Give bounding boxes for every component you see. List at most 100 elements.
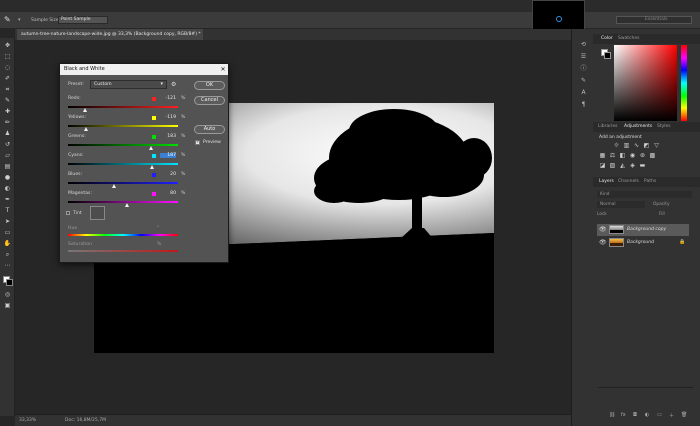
slider-value-input[interactable]: 80 [160, 191, 176, 196]
slider-handle[interactable] [111, 184, 116, 188]
eyedropper-icon[interactable]: ✎ [3, 97, 12, 105]
threshold-icon[interactable]: ◭ [619, 163, 626, 169]
delete-layer-icon[interactable]: 🗑 [681, 412, 687, 418]
posterize-icon[interactable]: ▨ [609, 163, 616, 169]
new-layer-icon[interactable]: ＋ [669, 412, 674, 419]
slider-handle[interactable] [124, 203, 129, 207]
visibility-eye-icon[interactable]: 👁 [599, 226, 607, 233]
layer-row[interactable]: 👁 Background copy [597, 224, 689, 236]
screen-mode-icon[interactable]: ▣ [3, 302, 12, 310]
zoom-tool-icon[interactable]: ⌕ [3, 251, 12, 259]
brush-panel-icon[interactable]: ✎ [579, 77, 588, 85]
slider-track[interactable] [68, 144, 178, 146]
pen-tool-icon[interactable]: ✒ [3, 196, 12, 204]
tab-channels[interactable]: Channels [618, 179, 639, 184]
info-panel-icon[interactable]: ⓘ [579, 65, 588, 73]
tint-checkbox[interactable] [66, 211, 70, 215]
character-panel-icon[interactable]: A [579, 89, 588, 97]
type-tool-icon[interactable]: T [3, 207, 12, 215]
paragraph-panel-icon[interactable]: ¶ [579, 101, 588, 109]
layer-row[interactable]: 👁 Background 🔒 [597, 237, 689, 249]
tab-adjustments[interactable]: Adjustments [624, 124, 652, 129]
auto-button[interactable]: Auto [194, 125, 225, 134]
channel-mixer-icon[interactable]: ⊛ [639, 153, 646, 159]
move-tool-icon[interactable]: ✥ [3, 42, 12, 50]
preset-options-gear-icon[interactable]: ⚙ [171, 81, 176, 88]
clone-stamp-icon[interactable]: ♟ [3, 130, 12, 138]
slider-track[interactable] [68, 163, 178, 165]
close-icon[interactable]: ✕ [218, 64, 228, 75]
hand-tool-icon[interactable]: ✋ [3, 240, 12, 248]
slider-value-input[interactable]: 183 [160, 134, 176, 139]
document-tab[interactable]: autumn-tree-nature-landscape-wide.jpg @ … [17, 29, 203, 40]
tab-libraries[interactable]: Libraries [598, 124, 617, 129]
levels-icon[interactable]: ▥ [623, 143, 630, 149]
layer-kind-filter[interactable]: Kind [597, 191, 692, 198]
more-tools-icon[interactable]: ⋯ [3, 262, 12, 270]
gradient-tool-icon[interactable]: ▤ [3, 163, 12, 171]
preset-select[interactable]: Custom ▾ [90, 80, 167, 89]
color-lookup-icon[interactable]: ▩ [649, 153, 656, 159]
hue-strip[interactable] [681, 45, 687, 121]
vibrance-icon[interactable]: ▽ [653, 143, 660, 149]
selective-color-icon[interactable]: ◈ [629, 163, 636, 169]
brightness-icon[interactable]: ☼ [613, 143, 620, 149]
blend-mode-select[interactable]: Normal [597, 201, 645, 208]
lasso-tool-icon[interactable]: ◌ [3, 64, 12, 72]
hue-slider[interactable] [68, 234, 178, 236]
slider-value-input[interactable]: 20 [160, 172, 176, 177]
shape-tool-icon[interactable]: ▭ [3, 229, 12, 237]
exposure-icon[interactable]: ◩ [643, 143, 650, 149]
slider-handle[interactable] [83, 108, 88, 112]
saturation-slider[interactable] [68, 250, 178, 252]
properties-panel-icon[interactable]: ☰ [579, 53, 588, 61]
slider-track[interactable] [68, 201, 178, 203]
tab-color[interactable]: Color [601, 36, 613, 41]
slider-value-input[interactable]: 187 [160, 153, 176, 158]
zoom-level[interactable]: 33,33% [19, 418, 36, 423]
slider-value-input[interactable]: -121 [160, 96, 176, 101]
marquee-tool-icon[interactable]: ⬚ [3, 53, 12, 61]
eraser-tool-icon[interactable]: ▱ [3, 152, 12, 160]
slider-value-input[interactable]: -119 [160, 115, 176, 120]
color-balance-icon[interactable]: ⚖ [609, 153, 616, 159]
quick-mask-icon[interactable]: ◎ [3, 291, 12, 299]
blur-tool-icon[interactable]: ● [3, 174, 12, 182]
quick-select-tool-icon[interactable]: ✐ [3, 75, 12, 83]
tab-paths[interactable]: Paths [644, 179, 656, 184]
link-layers-icon[interactable]: ⛓ [609, 412, 615, 418]
crop-tool-icon[interactable]: ⌗ [3, 86, 12, 94]
eyedropper-tool-icon[interactable]: ✎ [4, 15, 11, 24]
color-picker-field[interactable] [614, 45, 677, 121]
cancel-button[interactable]: Cancel [194, 96, 225, 105]
add-mask-icon[interactable]: ◘ [633, 412, 637, 418]
slider-handle[interactable] [150, 165, 155, 169]
preview-checkbox[interactable]: ✓ [195, 140, 200, 145]
ok-button[interactable]: OK [194, 81, 225, 90]
path-select-icon[interactable]: ➤ [3, 218, 12, 226]
history-brush-icon[interactable]: ↺ [3, 141, 12, 149]
slider-handle[interactable] [84, 127, 89, 131]
history-panel-icon[interactable]: ⟲ [579, 41, 588, 49]
hue-saturation-icon[interactable]: ▦ [599, 153, 606, 159]
panel-background-swatch[interactable] [604, 52, 611, 59]
tool-preset-chevron-icon[interactable]: ▾ [18, 17, 21, 23]
photo-filter-icon[interactable]: ◉ [629, 153, 636, 159]
tab-swatches[interactable]: Swatches [618, 36, 640, 41]
adjustment-layer-icon[interactable]: ◐ [645, 412, 649, 418]
brush-tool-icon[interactable]: ✏ [3, 119, 12, 127]
curves-icon[interactable]: ∿ [633, 143, 640, 149]
slider-track[interactable] [68, 182, 178, 184]
new-group-icon[interactable]: ▭ [657, 412, 662, 418]
invert-icon[interactable]: ◪ [599, 163, 606, 169]
gradient-map-icon[interactable]: ▬ [639, 163, 646, 169]
workspace-switcher[interactable]: Essentials [616, 16, 692, 24]
dodge-tool-icon[interactable]: ◐ [3, 185, 12, 193]
tab-styles[interactable]: Styles [657, 124, 671, 129]
slider-handle[interactable] [149, 146, 154, 150]
sample-size-select[interactable]: Point Sample [58, 16, 108, 24]
healing-brush-icon[interactable]: ✚ [3, 108, 12, 116]
black-white-icon[interactable]: ◧ [619, 153, 626, 159]
background-color-swatch[interactable] [6, 279, 13, 286]
tab-layers[interactable]: Layers [599, 179, 614, 184]
